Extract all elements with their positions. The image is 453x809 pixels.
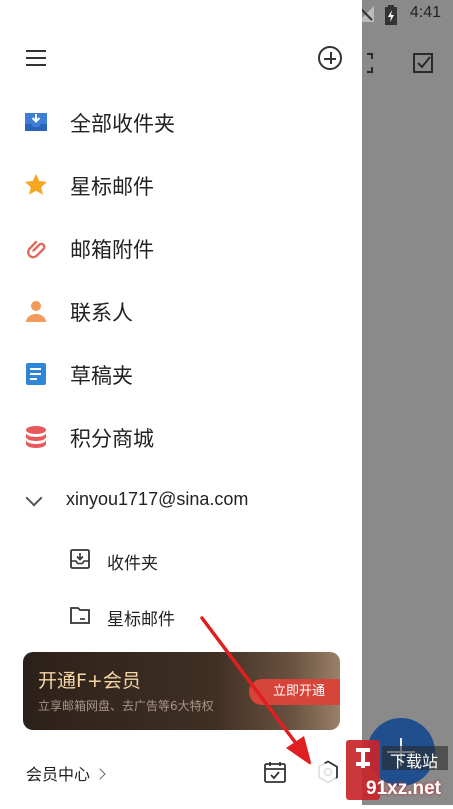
nav-item-points-mall[interactable]: 积分商城 <box>0 412 362 462</box>
nav-item-label: 全部收件夹 <box>70 112 175 136</box>
watermark-logo: 下载站 91xz.net <box>290 718 453 805</box>
nav-item-label: 邮箱附件 <box>70 238 154 262</box>
folder-label: 星标邮件 <box>107 610 175 630</box>
account-email: xinyou1717@sina.com <box>66 489 249 509</box>
folder-item-inbox[interactable]: 收件夹 <box>0 540 362 580</box>
nav-item-all-inboxes[interactable]: 全部收件夹 <box>0 97 362 147</box>
inbox-tray-icon <box>25 113 47 131</box>
nav-item-label: 星标邮件 <box>70 175 154 199</box>
navigation-drawer: 全部收件夹 星标邮件 邮箱附件 联系人 草稿夹 积分商城 xinyou1717@… <box>0 0 362 805</box>
calendar-check-icon[interactable] <box>264 761 286 783</box>
status-time: 4:41 <box>409 4 441 21</box>
vip-card-title: 开通F+会员 <box>38 670 141 692</box>
vip-open-button[interactable]: 立即开通 <box>249 679 340 705</box>
battery-icon <box>385 5 397 25</box>
watermark-brand: 下载站 <box>390 752 439 771</box>
watermark-text: 91xz.net <box>366 778 441 799</box>
star-icon <box>25 174 47 195</box>
coins-stack-icon <box>26 426 46 448</box>
vip-center-link[interactable]: 会员中心 <box>26 761 106 785</box>
nav-item-label: 草稿夹 <box>70 364 133 388</box>
hamburger-menu-icon[interactable] <box>26 47 50 69</box>
folder-icon <box>70 607 90 624</box>
nav-item-starred[interactable]: 星标邮件 <box>0 160 362 210</box>
vip-center-label: 会员中心 <box>26 765 91 784</box>
chevron-down-icon <box>25 489 43 507</box>
nav-item-contacts[interactable]: 联系人 <box>0 286 362 336</box>
nav-item-attachments[interactable]: 邮箱附件 <box>0 223 362 273</box>
folder-item-starred[interactable]: 星标邮件 <box>0 596 362 636</box>
nav-item-label: 联系人 <box>70 301 133 325</box>
paperclip-icon <box>27 240 46 259</box>
nav-item-drafts[interactable]: 草稿夹 <box>0 349 362 399</box>
chevron-right-icon <box>94 768 106 780</box>
add-account-button[interactable] <box>318 46 342 70</box>
inbox-icon <box>70 549 90 569</box>
person-icon <box>26 301 46 322</box>
account-expander[interactable]: xinyou1717@sina.com <box>0 480 362 520</box>
vip-card-subtitle: 立享邮箱网盘、去广告等6大特权 <box>38 699 214 713</box>
draft-doc-icon <box>26 363 46 385</box>
folder-label: 收件夹 <box>107 554 158 574</box>
edit-select-icon[interactable] <box>412 52 434 74</box>
nav-item-label: 积分商城 <box>70 427 154 451</box>
